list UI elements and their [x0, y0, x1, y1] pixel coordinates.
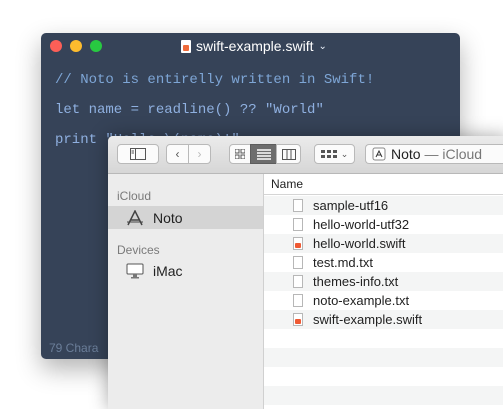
empty-row	[264, 348, 503, 367]
code-line: let name = readline() ?? "World"	[55, 102, 324, 118]
arrange-menu-button[interactable]: ⌄	[314, 144, 355, 164]
app-a-icon	[125, 209, 145, 227]
finder-window: ‹ › ⌄ Noto — iCloud iCloud Noto Devices	[108, 136, 503, 409]
empty-row	[264, 329, 503, 348]
file-row[interactable]: hello-world-utf32	[264, 215, 503, 234]
file-row[interactable]: noto-example.txt	[264, 291, 503, 310]
file-list: Name sample-utf16 hello-world-utf32 hello-…	[264, 174, 503, 409]
document-icon	[293, 275, 303, 288]
arrange-icon	[320, 150, 337, 158]
file-name: themes-info.txt	[313, 274, 399, 289]
finder-sidebar: iCloud Noto Devices iMac	[108, 174, 264, 409]
file-name: noto-example.txt	[313, 293, 410, 308]
path-location: — iCloud	[420, 146, 483, 162]
document-icon	[293, 294, 303, 307]
finder-toolbar: ‹ › ⌄ Noto — iCloud	[108, 136, 503, 174]
swift-file-icon	[181, 39, 191, 53]
sidebar-item-label: Noto	[153, 209, 183, 226]
editor-titlebar[interactable]: swift-example.swift ⌄	[41, 33, 460, 57]
folder-icon	[372, 147, 386, 161]
empty-row	[264, 367, 503, 386]
list-view-button[interactable]	[250, 144, 277, 164]
grid-icon	[235, 149, 245, 159]
sidebar-heading-icloud: iCloud	[117, 189, 152, 203]
file-name: test.md.txt	[313, 255, 373, 270]
sidebar-item-label: iMac	[153, 262, 183, 279]
swift-file-icon	[293, 313, 303, 326]
file-name: swift-example.swift	[313, 312, 423, 327]
file-row[interactable]: sample-utf16	[264, 196, 503, 215]
file-name: sample-utf16	[313, 198, 389, 213]
document-icon	[293, 218, 303, 231]
column-view-button[interactable]	[276, 144, 301, 164]
path-popup[interactable]: Noto — iCloud	[365, 144, 503, 164]
sidebar-item-imac[interactable]: iMac	[108, 259, 263, 282]
file-name: hello-world.swift	[313, 236, 406, 251]
document-title[interactable]: swift-example.swift ⌄	[181, 37, 327, 55]
empty-row	[264, 386, 503, 405]
close-button[interactable]	[50, 40, 62, 52]
empty-row	[264, 405, 503, 409]
icon-view-button[interactable]	[229, 144, 251, 164]
file-rows: sample-utf16 hello-world-utf32 hello-world…	[264, 196, 503, 409]
sidebar-toggle-button[interactable]	[117, 144, 159, 164]
code-line: // Noto is entirelly written in Swift!	[55, 72, 375, 88]
chevron-down-icon: ⌄	[340, 148, 349, 159]
file-name: hello-world-utf32	[313, 217, 410, 232]
document-icon	[293, 199, 303, 212]
character-count-status: 79 Chara	[49, 341, 99, 355]
chevron-right-icon: ›	[197, 147, 202, 161]
document-icon	[293, 256, 303, 269]
sidebar-item-noto[interactable]: Noto	[108, 206, 263, 229]
chevron-left-icon: ‹	[175, 147, 180, 161]
zoom-button[interactable]	[90, 40, 102, 52]
list-icon	[256, 148, 271, 160]
file-row[interactable]: themes-info.txt	[264, 272, 503, 291]
sidebar-heading-devices: Devices	[117, 243, 160, 257]
sidebar-icon	[130, 148, 146, 160]
imac-icon	[125, 262, 145, 280]
document-title-text: swift-example.swift	[196, 38, 314, 54]
minimize-button[interactable]	[70, 40, 82, 52]
swift-file-icon	[293, 237, 303, 250]
columns-icon	[281, 148, 296, 160]
file-row[interactable]: hello-world.swift	[264, 234, 503, 253]
forward-button[interactable]: ›	[188, 144, 211, 164]
file-row[interactable]: test.md.txt	[264, 253, 503, 272]
file-row[interactable]: swift-example.swift	[264, 310, 503, 329]
chevron-down-icon: ⌄	[318, 40, 327, 52]
path-title: Noto	[391, 146, 421, 162]
column-header-name[interactable]: Name	[264, 174, 503, 195]
back-button[interactable]: ‹	[166, 144, 189, 164]
